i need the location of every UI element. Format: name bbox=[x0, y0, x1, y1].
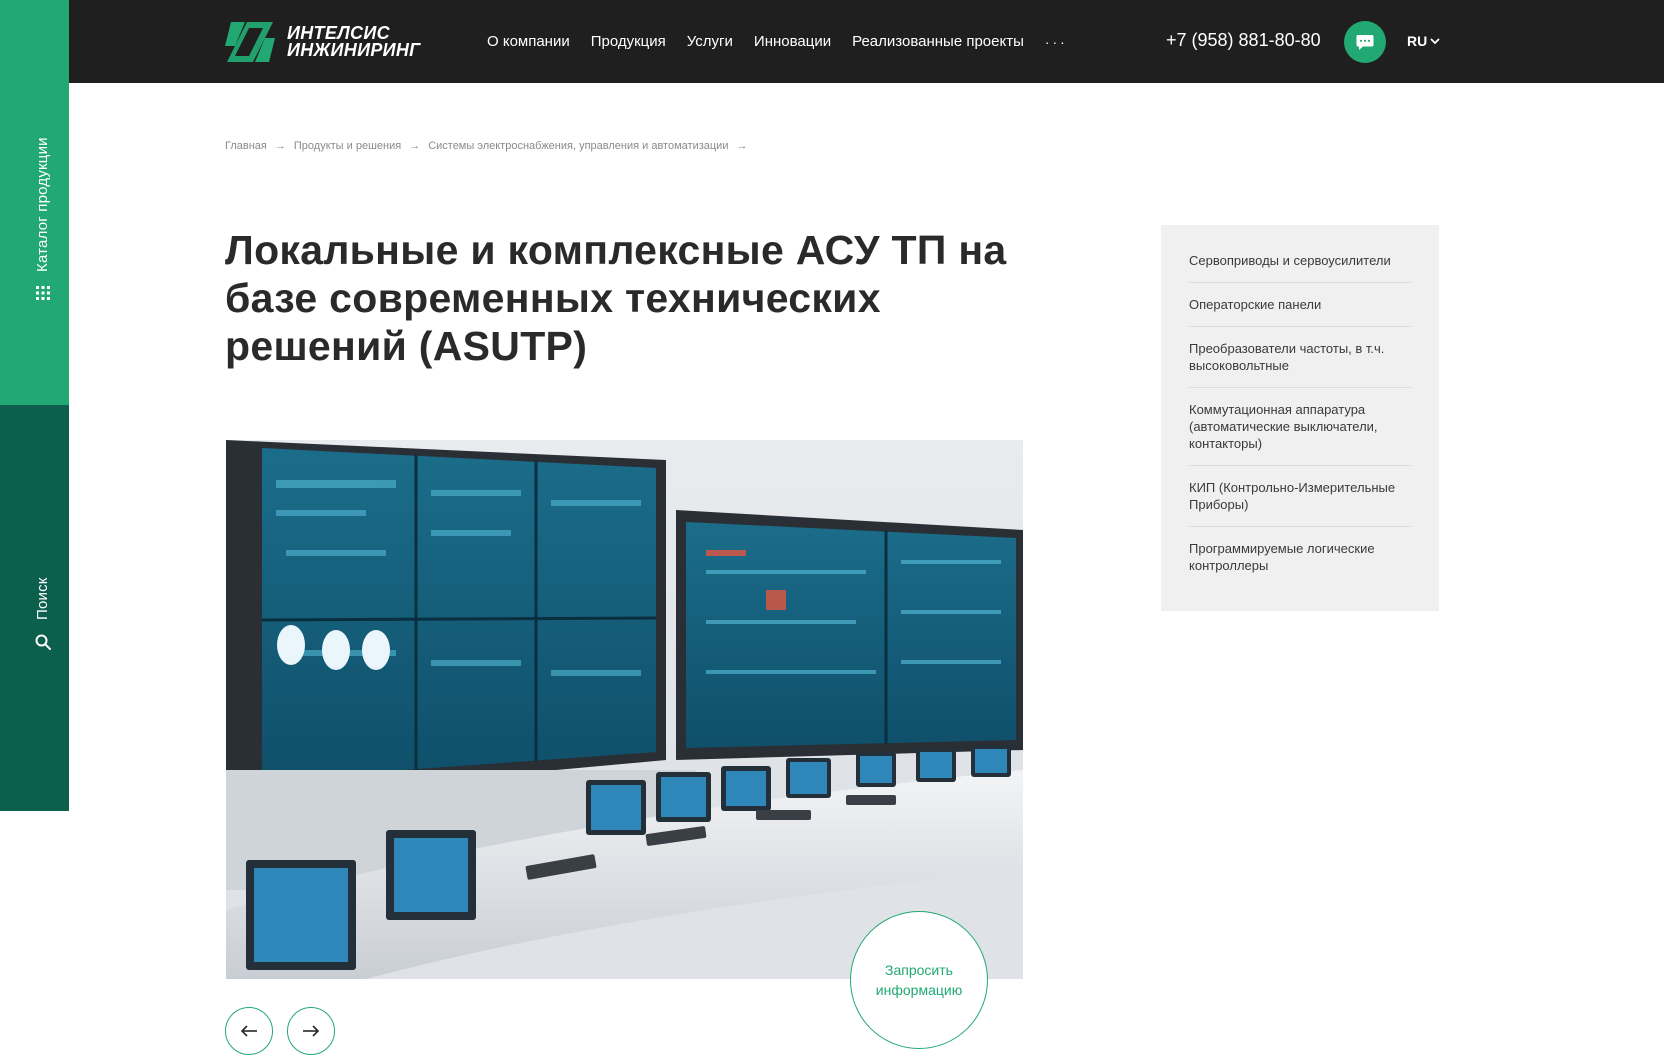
sidebar-item-switchgear[interactable]: Коммутационная аппаратура (автоматически… bbox=[1189, 388, 1411, 466]
nav-item-projects[interactable]: Реализованные проекты bbox=[852, 33, 1024, 50]
language-label: RU bbox=[1407, 33, 1428, 49]
chat-button[interactable] bbox=[1344, 21, 1386, 63]
catalog-rail-label: Каталог продукции bbox=[34, 137, 51, 272]
logo[interactable]: ИНТЕЛСИС ИНЖИНИРИНГ bbox=[225, 22, 421, 62]
catalog-rail-button[interactable]: Каталог продукции bbox=[0, 0, 69, 405]
breadcrumb-products[interactable]: Продукты и решения bbox=[294, 140, 401, 152]
arrow-left-icon bbox=[240, 1025, 257, 1037]
request-info-button[interactable]: Запросить информацию bbox=[850, 911, 988, 1049]
breadcrumb-separator: → bbox=[736, 140, 748, 152]
logo-mark-icon bbox=[225, 22, 275, 62]
search-rail-label: Поиск bbox=[34, 577, 51, 620]
language-selector[interactable]: RU bbox=[1407, 33, 1440, 49]
arrow-right-icon bbox=[303, 1025, 320, 1037]
page-title: Локальные и комплексные АСУ ТП на базе с… bbox=[225, 227, 1007, 369]
grid-icon bbox=[35, 286, 50, 300]
chat-icon bbox=[1356, 34, 1374, 50]
nav-item-products[interactable]: Продукция bbox=[591, 33, 666, 50]
slider-next-button[interactable] bbox=[287, 1007, 335, 1055]
breadcrumb-separator: → bbox=[409, 140, 421, 152]
sidebar-item-operator-panels[interactable]: Операторские панели bbox=[1189, 283, 1411, 327]
request-info-line1: Запросить bbox=[885, 962, 953, 978]
sidebar-item-instrumentation[interactable]: КИП (Контрольно-Измерительные Приборы) bbox=[1189, 466, 1411, 527]
logo-text: ИНТЕЛСИС ИНЖИНИРИНГ bbox=[287, 24, 421, 60]
search-icon bbox=[35, 634, 51, 650]
breadcrumb-systems[interactable]: Системы электроснабжения, управления и а… bbox=[428, 140, 728, 152]
breadcrumb-separator: → bbox=[274, 140, 286, 152]
breadcrumb: Главная → Продукты и решения → Системы э… bbox=[225, 140, 747, 152]
site-header: ИНТЕЛСИС ИНЖИНИРИНГ О компании Продукция… bbox=[69, 0, 1664, 83]
sidebar-item-frequency-converters[interactable]: Преобразователи частоты, в т.ч. высоково… bbox=[1189, 327, 1411, 388]
sidebar-item-servo[interactable]: Сервоприводы и сервоусилители bbox=[1189, 239, 1411, 283]
breadcrumb-home[interactable]: Главная bbox=[225, 140, 267, 152]
chevron-down-icon bbox=[1430, 37, 1440, 44]
nav-more-button[interactable]: ··· bbox=[1045, 34, 1068, 50]
phone-link[interactable]: +7 (958) 881-80-80 bbox=[1166, 30, 1321, 51]
product-sidebar-menu: Сервоприводы и сервоусилители Операторск… bbox=[1161, 225, 1439, 611]
nav-item-services[interactable]: Услуги bbox=[687, 33, 733, 50]
nav-item-innovations[interactable]: Инновации bbox=[754, 33, 831, 50]
hero-image bbox=[226, 440, 1023, 979]
logo-line2: ИНЖИНИРИНГ bbox=[287, 40, 421, 60]
request-info-line2: информацию bbox=[875, 982, 963, 998]
control-room-illustration bbox=[226, 440, 1023, 979]
sidebar-item-plc[interactable]: Программируемые логические контроллеры bbox=[1189, 527, 1411, 587]
search-rail-button[interactable]: Поиск bbox=[0, 405, 69, 811]
slider-prev-button[interactable] bbox=[225, 1007, 273, 1055]
main-nav: О компании Продукция Услуги Инновации Ре… bbox=[487, 0, 1068, 83]
nav-item-about[interactable]: О компании bbox=[487, 33, 570, 50]
